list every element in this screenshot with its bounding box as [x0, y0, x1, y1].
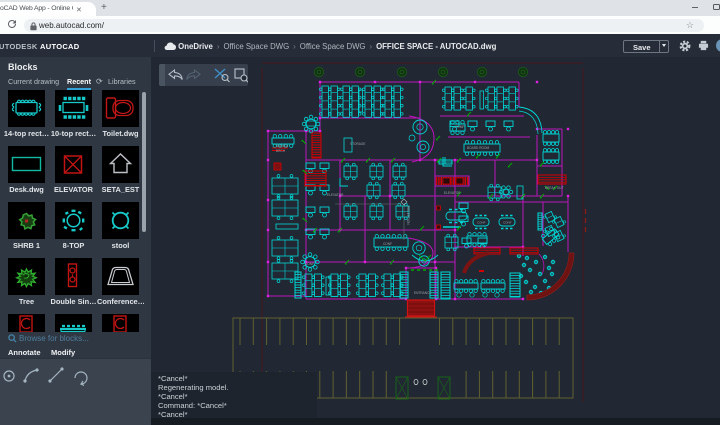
- svg-text:CONF: CONF: [305, 262, 314, 266]
- svg-text:CONF: CONF: [477, 221, 486, 225]
- svg-text:ELEVATOR: ELEVATOR: [444, 191, 461, 195]
- svg-text:CONF: CONF: [383, 242, 392, 246]
- svg-text:BOARD ROOM: BOARD ROOM: [467, 146, 489, 150]
- svg-text:CONF: CONF: [503, 221, 512, 225]
- svg-text:BRCH: BRCH: [276, 149, 286, 153]
- svg-text:ENTRANCE: ENTRANCE: [414, 291, 432, 295]
- svg-text:BREAK OUT: BREAK OUT: [545, 186, 563, 190]
- svg-text:STORAGE: STORAGE: [350, 142, 366, 146]
- svg-text:RECEPTION: RECEPTION: [406, 206, 410, 225]
- svg-text:COMP: COMP: [455, 125, 465, 129]
- svg-text:ELEVATOR: ELEVATOR: [327, 193, 344, 197]
- svg-text:ANNIKA: ANNIKA: [276, 144, 289, 148]
